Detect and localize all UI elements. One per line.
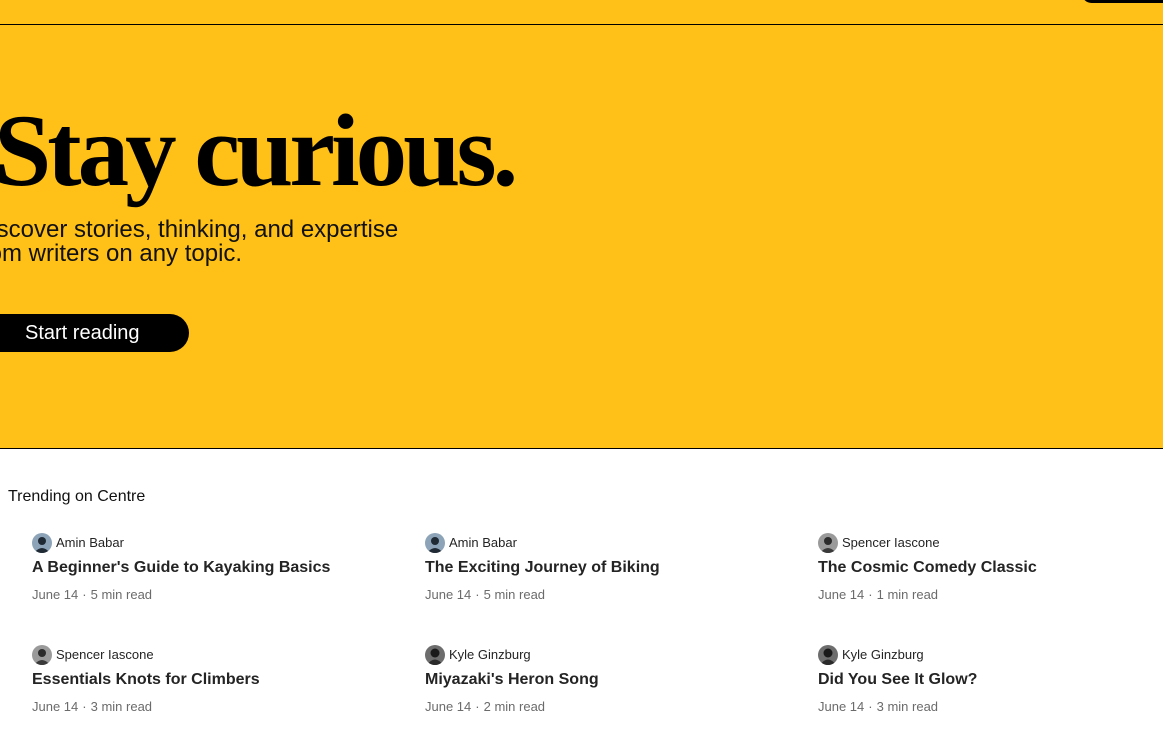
author-row: Kyle Ginzburg (818, 645, 924, 665)
meta-separator: · (82, 587, 87, 602)
article-title[interactable]: The Exciting Journey of Biking (425, 557, 660, 579)
read-time: 5 min read (90, 587, 153, 602)
article-date: June 14 (818, 587, 865, 602)
article-date: June 14 (32, 587, 79, 602)
author-row: Amin Babar (32, 533, 124, 553)
author-row: Amin Babar (425, 533, 517, 553)
author-name[interactable]: Amin Babar (449, 533, 517, 553)
trending-header: Trending on Centre (8, 488, 146, 505)
meta-separator: · (868, 699, 873, 714)
hero-title: Stay curious. (0, 94, 518, 208)
trending-card[interactable]: Amin Babar The Exciting Journey of Bikin… (425, 533, 805, 613)
article-meta: June 14 · 3 min read (818, 698, 938, 716)
trending-card[interactable]: Kyle Ginzburg Did You See It Glow? June … (818, 645, 1163, 725)
article-title[interactable]: Essentials Knots for Climbers (32, 669, 260, 691)
author-name[interactable]: Spencer Iascone (842, 533, 940, 553)
meta-separator: · (868, 587, 873, 602)
author-name[interactable]: Spencer Iascone (56, 645, 154, 665)
trending-card[interactable]: Kyle Ginzburg Miyazaki's Heron Song June… (425, 645, 805, 725)
meta-separator: · (475, 587, 480, 602)
article-title[interactable]: A Beginner's Guide to Kayaking Basics (32, 557, 330, 579)
article-meta: June 14 · 5 min read (425, 586, 545, 604)
article-date: June 14 (425, 699, 472, 714)
article-meta: June 14 · 1 min read (818, 586, 938, 604)
article-meta: June 14 · 5 min read (32, 586, 152, 604)
author-row: Spencer Iascone (818, 533, 940, 553)
start-reading-button[interactable]: Start reading (0, 314, 189, 352)
article-meta: June 14 · 2 min read (425, 698, 545, 716)
article-date: June 14 (425, 587, 472, 602)
article-title[interactable]: The Cosmic Comedy Classic (818, 557, 1037, 579)
read-time: 2 min read (483, 699, 546, 714)
trending-card[interactable]: Spencer Iascone The Cosmic Comedy Classi… (818, 533, 1163, 613)
article-meta: June 14 · 3 min read (32, 698, 152, 716)
meta-separator: · (475, 699, 480, 714)
article-title[interactable]: Miyazaki's Heron Song (425, 669, 599, 691)
author-row: Spencer Iascone (32, 645, 154, 665)
author-name[interactable]: Amin Babar (56, 533, 124, 553)
read-time: 3 min read (876, 699, 939, 714)
read-time: 1 min read (876, 587, 939, 602)
hero-section: Stay curious. Discover stories, thinking… (0, 25, 1163, 449)
author-avatar-icon[interactable] (818, 645, 838, 665)
hero-subtitle: Discover stories, thinking, and expertis… (0, 216, 399, 267)
author-name[interactable]: Kyle Ginzburg (842, 645, 924, 665)
author-name[interactable]: Kyle Ginzburg (449, 645, 531, 665)
author-row: Kyle Ginzburg (425, 645, 531, 665)
header-action-button[interactable] (1082, 0, 1163, 3)
article-title[interactable]: Did You See It Glow? (818, 669, 977, 691)
author-avatar-icon[interactable] (32, 533, 52, 553)
author-avatar-icon[interactable] (818, 533, 838, 553)
read-time: 3 min read (90, 699, 153, 714)
meta-separator: · (82, 699, 87, 714)
author-avatar-icon[interactable] (32, 645, 52, 665)
author-avatar-icon[interactable] (425, 533, 445, 553)
trending-card[interactable]: Spencer Iascone Essentials Knots for Cli… (32, 645, 412, 725)
article-date: June 14 (32, 699, 79, 714)
author-avatar-icon[interactable] (425, 645, 445, 665)
page: Stay curious. Discover stories, thinking… (0, 0, 1163, 744)
read-time: 5 min read (483, 587, 546, 602)
trending-card[interactable]: Amin Babar A Beginner's Guide to Kayakin… (32, 533, 412, 613)
article-date: June 14 (818, 699, 865, 714)
top-navigation-bar (0, 0, 1163, 25)
